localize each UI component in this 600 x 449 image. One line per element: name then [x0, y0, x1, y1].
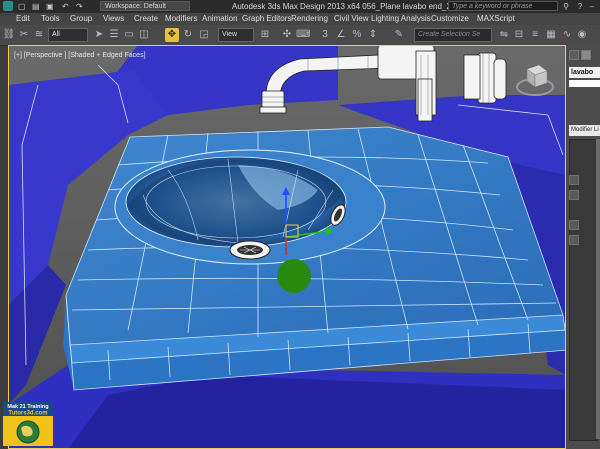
- window-title: Autodesk 3ds Max Design 2013 x64 056_Pla…: [232, 2, 482, 11]
- select-object-icon[interactable]: ➤: [92, 28, 106, 42]
- menu-bar: Edit Tools Group Views Create Modifiers …: [0, 13, 600, 25]
- scene-render[interactable]: [8, 45, 566, 449]
- quick-access-save-icon[interactable]: ▣: [46, 0, 54, 13]
- align-icon[interactable]: ⊟: [512, 28, 526, 42]
- menu-tools[interactable]: Tools: [41, 13, 60, 25]
- main-toolbar: ⛓ ✂ ≋ All ➤ ☰ ▭ ◫ ✥ ↻ ◲ View ⊞ ✣ ⌨ 3 ∠ %…: [0, 25, 600, 46]
- select-manipulate-icon[interactable]: ✣: [280, 28, 294, 42]
- object-name-field[interactable]: lavabo: [569, 67, 600, 78]
- menu-maxscript[interactable]: MAXScript: [477, 13, 515, 25]
- quick-access-open-icon[interactable]: ▤: [32, 0, 40, 13]
- graphite-toolbar-icon[interactable]: ▦: [544, 28, 558, 42]
- make-unique-icon[interactable]: [569, 220, 579, 230]
- logo-line2: Tutors3d.com: [8, 411, 47, 417]
- curve-editor-icon[interactable]: ∿: [560, 28, 574, 42]
- select-and-link-icon[interactable]: ⛓: [2, 28, 16, 42]
- menu-views[interactable]: Views: [103, 13, 124, 25]
- menu-group[interactable]: Group: [70, 13, 92, 25]
- pin-stack-icon[interactable]: [569, 175, 579, 185]
- menu-modifiers[interactable]: Modifiers: [165, 13, 197, 25]
- select-by-name-icon[interactable]: ☰: [107, 28, 121, 42]
- menu-graph-editors[interactable]: Graph Editors: [242, 13, 291, 25]
- modifier-list-dropdown[interactable]: Modifier Li: [569, 125, 600, 136]
- help-icon[interactable]: ?: [574, 0, 586, 12]
- select-and-move-icon[interactable]: ✥: [165, 28, 179, 42]
- keyboard-shortcut-icon[interactable]: ⌨: [296, 28, 310, 42]
- search-icon[interactable]: ⚲: [560, 0, 572, 12]
- menu-rendering[interactable]: Rendering: [291, 13, 328, 25]
- remove-modifier-icon[interactable]: [569, 235, 579, 245]
- menu-civil-view[interactable]: Civil View: [334, 13, 369, 25]
- undo-icon[interactable]: ↶: [62, 0, 69, 13]
- viewport-label[interactable]: [+] [Perspective ] [Shaded + Edged Faces…: [14, 52, 146, 59]
- search-input[interactable]: Type a keyword or phrase: [448, 1, 558, 11]
- layer-manager-icon[interactable]: ≡: [528, 28, 542, 42]
- quick-access-new-icon[interactable]: ▢: [18, 0, 26, 13]
- window-crossing-icon[interactable]: ◫: [137, 28, 151, 42]
- spinner-snap-icon[interactable]: ⇕: [366, 28, 380, 42]
- menu-edit[interactable]: Edit: [16, 13, 30, 25]
- app-logo-icon[interactable]: [3, 1, 13, 11]
- rectangular-selection-icon[interactable]: ▭: [122, 28, 136, 42]
- title-bar: ▢ ▤ ▣ ↶ ↷ Workspace: Default Autodesk 3d…: [0, 0, 600, 13]
- training-logo: Mak 21 Training Tutors3d.com: [3, 402, 53, 446]
- create-tab-icon[interactable]: [569, 50, 579, 60]
- logo-line1: Mak 21 Training: [7, 404, 48, 410]
- unlink-icon[interactable]: ✂: [17, 28, 31, 42]
- percent-snap-icon[interactable]: %: [350, 28, 364, 42]
- selection-filter-dropdown[interactable]: All: [48, 28, 88, 42]
- perspective-viewport[interactable]: [8, 45, 566, 449]
- object-color-swatch[interactable]: [569, 80, 600, 87]
- menu-customize[interactable]: Customize: [431, 13, 469, 25]
- modify-tab-icon[interactable]: [581, 50, 591, 60]
- named-selection-set-input[interactable]: Create Selection Se: [414, 28, 492, 42]
- material-editor-icon[interactable]: ◉: [575, 28, 589, 42]
- select-and-rotate-icon[interactable]: ↻: [181, 28, 195, 42]
- select-and-scale-icon[interactable]: ◲: [197, 28, 211, 42]
- angle-snap-icon[interactable]: ∠: [334, 28, 348, 42]
- snap-3d-icon[interactable]: 3: [318, 28, 332, 42]
- pivot-center-icon[interactable]: ⊞: [258, 28, 272, 42]
- pivot-sphere[interactable]: [277, 259, 311, 293]
- reference-coordinate-dropdown[interactable]: View: [218, 28, 254, 42]
- menu-animation[interactable]: Animation: [202, 13, 238, 25]
- mirror-icon[interactable]: ⇋: [497, 28, 511, 42]
- bind-space-warp-icon[interactable]: ≋: [32, 28, 46, 42]
- minimize-icon[interactable]: –: [586, 0, 598, 12]
- panel-scrollbar[interactable]: [596, 139, 600, 439]
- menu-lighting-analysis[interactable]: Lighting Analysis: [371, 13, 431, 25]
- edit-named-selection-icon[interactable]: ✎: [392, 28, 406, 42]
- redo-icon[interactable]: ↷: [76, 0, 83, 13]
- workspace-dropdown[interactable]: Workspace: Default: [100, 1, 190, 11]
- command-panel: lavabo Modifier Li: [566, 45, 600, 449]
- show-end-result-icon[interactable]: [569, 190, 579, 200]
- menu-create[interactable]: Create: [134, 13, 158, 25]
